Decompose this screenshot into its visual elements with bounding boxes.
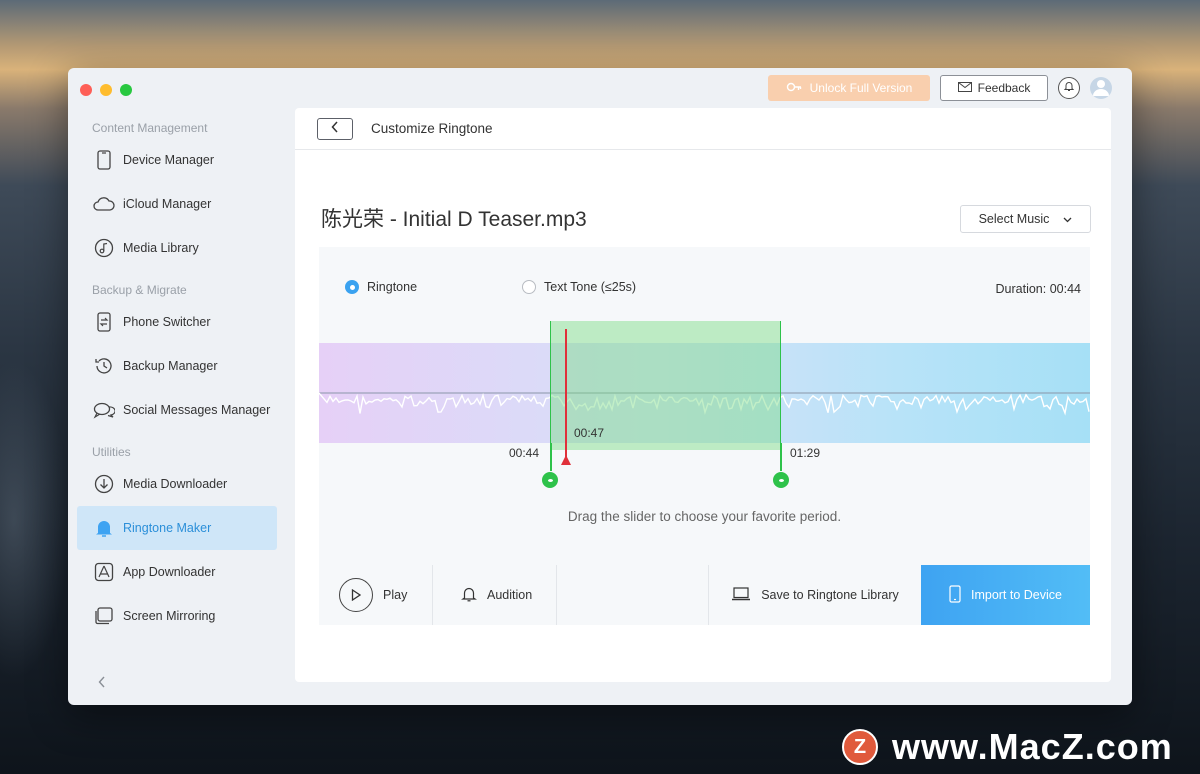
playhead[interactable] <box>565 329 567 459</box>
watermark: Z www.MacZ.com <box>842 726 1173 768</box>
switch-icon <box>93 311 115 333</box>
key-icon <box>786 80 802 97</box>
play-label: Play <box>383 588 408 602</box>
section-title-utilities: Utilities <box>92 445 131 459</box>
sidebar-item-ringtone-maker[interactable]: Ringtone Maker <box>77 506 277 550</box>
app-window: Unlock Full Version Feedback Content Man… <box>68 68 1132 705</box>
end-slider-stem <box>780 443 782 471</box>
phone-icon <box>949 584 961 606</box>
sidebar-item-label: Backup Manager <box>123 359 218 373</box>
unlock-label: Unlock Full Version <box>809 81 913 95</box>
watermark-logo: Z <box>842 729 878 765</box>
select-music-dropdown[interactable]: Select Music <box>960 205 1091 233</box>
notification-bell-icon <box>1063 79 1075 97</box>
audition-label: Audition <box>487 588 533 602</box>
notifications-button[interactable] <box>1058 77 1080 99</box>
action-spacer <box>557 565 709 625</box>
minimize-window-button[interactable] <box>100 84 112 96</box>
sidebar-item-backup-manager[interactable]: Backup Manager <box>77 344 277 388</box>
duration-label: Duration: 00:44 <box>995 282 1081 296</box>
history-icon <box>93 355 115 377</box>
slider-hint: Drag the slider to choose your favorite … <box>567 509 842 524</box>
sidebar-item-device-manager[interactable]: Device Manager <box>77 138 277 182</box>
sidebar-item-label: Social Messages Manager <box>123 403 271 417</box>
text-tone-radio[interactable]: Text Tone (≤25s) <box>522 280 636 294</box>
chevron-left-icon <box>331 120 339 138</box>
sidebar-item-icloud-manager[interactable]: iCloud Manager <box>77 182 277 226</box>
start-time-label: 00:44 <box>509 446 540 460</box>
bell-icon <box>461 586 477 605</box>
end-time-label: 01:29 <box>790 446 821 460</box>
radio-unselected-indicator <box>522 280 536 294</box>
titlebar-actions: Unlock Full Version Feedback <box>768 75 1112 101</box>
playhead-marker <box>561 455 571 465</box>
chevron-down-icon <box>1063 212 1072 226</box>
sidebar-item-phone-switcher[interactable]: Phone Switcher <box>77 300 277 344</box>
sidebar-item-label: iCloud Manager <box>123 197 212 211</box>
feedback-button[interactable]: Feedback <box>940 75 1048 101</box>
chevron-left-icon <box>98 675 106 691</box>
phone-icon <box>93 149 115 171</box>
watermark-text: www.MacZ.com <box>892 726 1173 767</box>
laptop-icon <box>731 586 751 604</box>
ringtone-editor: Ringtone Text Tone (≤25s) Duration: 00:4… <box>319 247 1090 625</box>
music-icon <box>93 237 115 259</box>
collapse-sidebar-button[interactable] <box>98 675 106 691</box>
action-bar: Play Audition Save to Ringtone Library I… <box>319 565 1090 625</box>
zoom-window-button[interactable] <box>120 84 132 96</box>
unlock-full-version-button[interactable]: Unlock Full Version <box>768 75 930 101</box>
sidebar-item-media-downloader[interactable]: Media Downloader <box>77 462 277 506</box>
main-header: Customize Ringtone <box>295 108 1111 150</box>
radio-selected-indicator <box>345 280 359 294</box>
sidebar-item-social-messages-manager[interactable]: Social Messages Manager <box>77 388 277 432</box>
import-label: Import to Device <box>970 588 1062 602</box>
select-music-label: Select Music <box>978 212 1050 226</box>
page-title: Customize Ringtone <box>371 121 493 136</box>
start-slider-handle[interactable] <box>542 472 558 488</box>
sidebar-item-screen-mirroring[interactable]: Screen Mirroring <box>77 594 277 638</box>
import-to-device-button[interactable]: Import to Device <box>921 565 1090 625</box>
sidebar-item-label: Ringtone Maker <box>123 521 212 535</box>
sidebar-item-label: App Downloader <box>123 565 216 579</box>
sidebar-item-media-library[interactable]: Media Library <box>77 226 277 270</box>
audition-button[interactable]: Audition <box>433 565 557 625</box>
user-icon <box>1090 77 1112 99</box>
main-panel: Customize Ringtone 陈光荣 - Initial D Tease… <box>295 108 1111 682</box>
mirror-icon <box>93 605 115 627</box>
save-label: Save to Ringtone Library <box>761 588 899 602</box>
tone-type-radio-group: Ringtone Text Tone (≤25s) <box>345 280 636 294</box>
back-button[interactable] <box>317 117 353 140</box>
download-icon <box>93 473 115 495</box>
chat-icon <box>93 399 115 421</box>
user-avatar[interactable] <box>1090 77 1112 99</box>
background-cloud <box>0 360 70 680</box>
window-controls <box>80 84 132 96</box>
ringtone-radio-label: Ringtone <box>367 280 418 294</box>
cloud-icon <box>93 193 115 215</box>
play-icon <box>339 578 373 612</box>
start-slider-stem <box>550 443 552 471</box>
close-window-button[interactable] <box>80 84 92 96</box>
song-title: 陈光荣 - Initial D Teaser.mp3 <box>321 208 587 231</box>
sidebar-item-label: Media Library <box>123 241 199 255</box>
app-store-icon <box>93 561 115 583</box>
ringtone-radio[interactable]: Ringtone <box>345 280 522 294</box>
sidebar-item-label: Media Downloader <box>123 477 228 491</box>
sidebar-item-label: Screen Mirroring <box>123 609 216 623</box>
sidebar-item-label: Device Manager <box>123 153 215 167</box>
sidebar: Content Management Device Manager iCloud… <box>68 108 288 705</box>
text-tone-radio-label: Text Tone (≤25s) <box>544 280 637 294</box>
section-title-backup-migrate: Backup & Migrate <box>92 283 187 297</box>
save-to-ringtone-library-button[interactable]: Save to Ringtone Library <box>709 565 921 625</box>
bell-icon <box>93 517 115 539</box>
sidebar-item-app-downloader[interactable]: App Downloader <box>77 550 277 594</box>
envelope-icon <box>957 81 972 95</box>
end-slider-handle[interactable] <box>773 472 789 488</box>
current-time-label: 00:47 <box>574 426 605 440</box>
section-title-content-management: Content Management <box>92 121 208 135</box>
play-button[interactable]: Play <box>319 565 433 625</box>
sidebar-item-label: Phone Switcher <box>123 315 211 329</box>
feedback-label: Feedback <box>977 81 1031 95</box>
